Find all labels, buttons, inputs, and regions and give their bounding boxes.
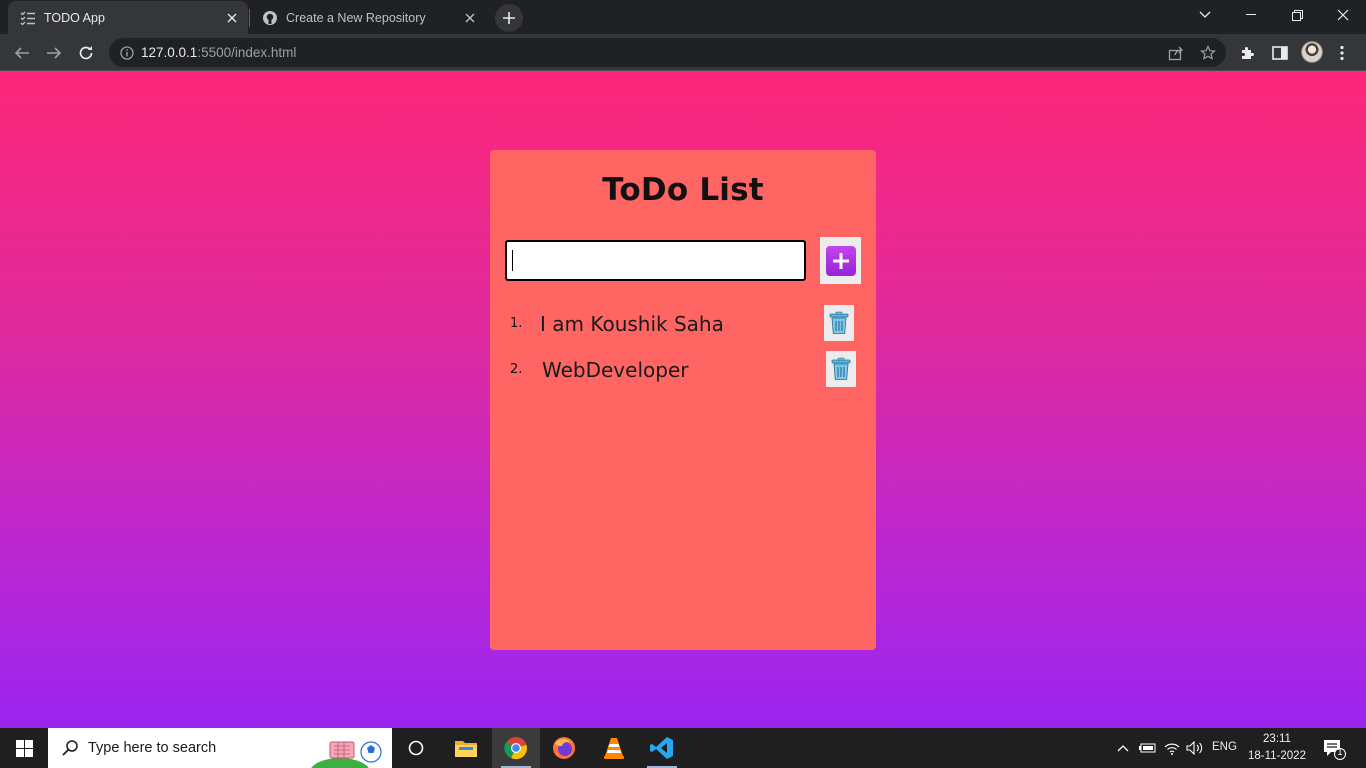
profile-avatar[interactable]	[1301, 41, 1323, 63]
notification-count: 1	[1337, 747, 1343, 757]
taskbar-firefox[interactable]	[540, 728, 588, 768]
minimize-button[interactable]	[1228, 0, 1274, 30]
restore-icon	[1291, 9, 1303, 21]
windows-logo-icon	[15, 739, 33, 757]
clock-time: 23:11	[1263, 733, 1291, 745]
delete-item-button[interactable]	[826, 351, 856, 387]
tab-search-button[interactable]	[1182, 0, 1228, 30]
browser-tab-strip: TODO App Create a New Repository	[0, 0, 1366, 34]
forward-button[interactable]	[40, 39, 68, 67]
taskbar-vlc[interactable]	[590, 728, 638, 768]
vscode-icon	[650, 737, 673, 759]
todo-input[interactable]	[505, 240, 806, 281]
search-icon	[60, 738, 80, 758]
text-caret	[512, 250, 513, 271]
chrome-icon	[504, 737, 527, 760]
new-tab-button[interactable]	[495, 4, 523, 32]
taskbar-file-explorer[interactable]	[442, 728, 490, 768]
minimize-icon	[1246, 14, 1256, 15]
checklist-icon	[20, 10, 36, 26]
task-view-icon	[408, 740, 424, 756]
delete-item-button[interactable]	[824, 305, 854, 341]
taskbar-chrome[interactable]	[492, 728, 540, 768]
search-placeholder: Type here to search	[88, 740, 217, 756]
todo-list-item: 1. I am Koushik Saha	[490, 300, 876, 341]
vlc-cone-icon	[604, 738, 624, 759]
volume-icon[interactable]	[1185, 738, 1205, 758]
side-panel-icon[interactable]	[1270, 43, 1290, 63]
tab-title: TODO App	[44, 10, 105, 25]
restore-button[interactable]	[1274, 0, 1320, 30]
address-bar[interactable]: 127.0.0.1:5500/index.html	[109, 38, 1226, 67]
input-language[interactable]: ENG	[1212, 741, 1237, 753]
url-host: 127.0.0.1	[141, 45, 198, 60]
wifi-icon[interactable]	[1162, 738, 1182, 758]
url-path: :5500/index.html	[197, 45, 297, 60]
close-tab-icon[interactable]	[462, 10, 478, 26]
item-number: 2.	[510, 362, 523, 377]
tab-create-repository[interactable]: Create a New Repository	[250, 1, 486, 34]
arrow-right-icon	[47, 47, 62, 59]
tray-chevron-up-icon[interactable]	[1113, 738, 1133, 758]
add-todo-button[interactable]	[820, 237, 861, 284]
arrow-left-icon	[14, 47, 29, 59]
todo-card: ToDo List 1. I am Koushik Saha 2. WebDev	[490, 150, 876, 650]
chevron-down-icon	[1199, 11, 1211, 18]
close-icon	[1337, 9, 1349, 21]
bookmark-star-icon[interactable]	[1199, 44, 1217, 62]
battery-icon[interactable]	[1137, 738, 1157, 758]
tab-title: Create a New Repository	[286, 10, 426, 25]
trash-icon	[831, 357, 851, 380]
todo-list-item: 2. WebDeveloper	[490, 346, 876, 387]
firefox-icon	[553, 737, 575, 759]
kebab-menu-icon[interactable]	[1332, 43, 1352, 63]
task-view-button[interactable]	[392, 728, 440, 768]
taskbar-vscode[interactable]	[638, 728, 686, 768]
close-tab-icon[interactable]	[224, 10, 240, 26]
trash-icon	[829, 311, 849, 334]
taskbar-search-box[interactable]: Type here to search	[48, 728, 392, 768]
clock-date: 18-11-2022	[1248, 750, 1306, 762]
share-icon[interactable]	[1167, 44, 1185, 62]
start-button[interactable]	[0, 728, 48, 768]
folder-icon	[455, 741, 477, 757]
close-window-button[interactable]	[1320, 0, 1366, 30]
plus-icon	[503, 12, 515, 24]
plus-icon	[825, 245, 856, 276]
github-icon	[262, 10, 278, 26]
url-text: 127.0.0.1:5500/index.html	[141, 45, 296, 60]
item-number: 1.	[510, 316, 523, 331]
back-button[interactable]	[8, 39, 36, 67]
extensions-puzzle-icon[interactable]	[1238, 43, 1258, 63]
search-highlight-icon	[311, 741, 382, 768]
item-text: I am Koushik Saha	[540, 312, 724, 336]
tab-todo-app[interactable]: TODO App	[8, 1, 248, 34]
system-clock[interactable]: 23:11 18-11-2022	[1244, 731, 1310, 765]
reload-button[interactable]	[72, 39, 100, 67]
info-icon[interactable]	[119, 45, 135, 61]
action-center-button[interactable]: 1	[1322, 738, 1346, 760]
item-text: WebDeveloper	[542, 358, 689, 382]
reload-icon	[79, 46, 93, 60]
browser-toolbar: 127.0.0.1:5500/index.html	[0, 34, 1366, 71]
page-viewport: ToDo List 1. I am Koushik Saha 2. WebDev	[0, 71, 1366, 728]
windows-taskbar: Type here to search ENG 23:11 18-11-2022…	[0, 728, 1366, 768]
page-title: ToDo List	[602, 172, 764, 208]
